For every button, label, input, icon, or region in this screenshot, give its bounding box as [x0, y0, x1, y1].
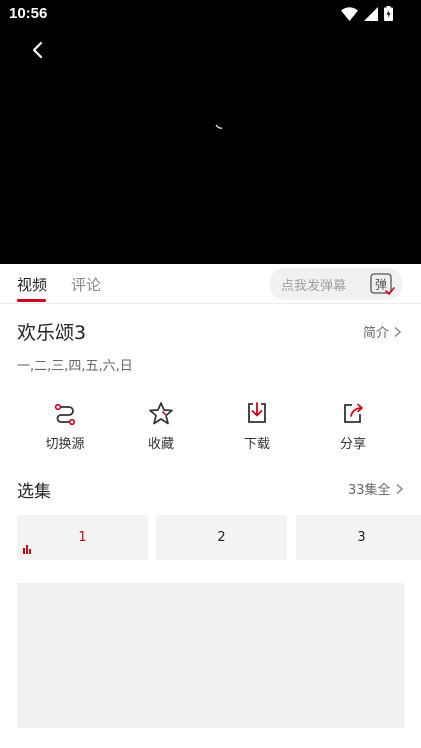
- wifi-icon: [341, 6, 358, 21]
- switch-source-button[interactable]: 切换源: [17, 398, 113, 456]
- switch-source-icon: [54, 403, 76, 425]
- episode-label: 3: [357, 530, 366, 545]
- danmu-icon: 弹: [370, 273, 395, 296]
- all-episodes-link[interactable]: 33集全: [348, 479, 404, 498]
- chevron-right-icon: [396, 483, 403, 494]
- share-label: 分享: [339, 437, 366, 452]
- active-tab-indicator: [17, 299, 46, 302]
- video-player[interactable]: 10:56: [0, 0, 421, 264]
- action-row: 切换源 收藏 下载 分享: [0, 398, 421, 458]
- share-button[interactable]: 分享: [305, 398, 401, 456]
- chevron-right-icon: [394, 326, 402, 337]
- all-episodes-label: 33集全: [348, 483, 391, 498]
- danmu-placeholder: 点我发弹幕: [281, 279, 347, 294]
- status-time: 10:56: [9, 5, 48, 22]
- star-icon: [149, 402, 173, 425]
- chevron-left-icon: [32, 41, 43, 59]
- intro-label: 简介: [363, 326, 390, 341]
- download-label: 下载: [243, 437, 270, 452]
- battery-icon: [384, 6, 393, 21]
- back-button[interactable]: [27, 38, 49, 62]
- favorite-label: 收藏: [147, 437, 174, 452]
- tabs-bar: 视频 评论 点我发弹幕 弹: [0, 264, 421, 304]
- intro-link[interactable]: 简介: [363, 322, 402, 341]
- download-icon: [248, 402, 266, 423]
- status-icons: [341, 6, 393, 21]
- signal-icon: [364, 6, 378, 21]
- now-playing-icon: [23, 545, 31, 554]
- download-button[interactable]: 下载: [209, 398, 305, 456]
- status-bar: 10:56: [0, 0, 421, 30]
- episode-tile[interactable]: 2: [156, 515, 287, 560]
- ad-placeholder: [17, 583, 404, 728]
- episode-label: 2: [217, 530, 226, 545]
- episodes-title: 选集: [17, 482, 51, 502]
- loading-spinner-icon: [215, 124, 223, 129]
- tab-video[interactable]: 视频: [17, 274, 47, 295]
- episode-list: 1 2 3: [17, 515, 421, 560]
- tab-comments[interactable]: 评论: [71, 274, 101, 295]
- episode-tile[interactable]: 3: [296, 515, 421, 560]
- danmu-toggle-button[interactable]: 弹: [369, 271, 395, 297]
- share-icon: [344, 403, 363, 423]
- broadcast-days: 一,二,三,四,五,六,日: [17, 359, 133, 374]
- favorite-button[interactable]: 收藏: [113, 398, 209, 456]
- switch-source-label: 切换源: [45, 437, 85, 452]
- show-title: 欢乐颂3: [17, 322, 87, 344]
- episode-label: 1: [78, 530, 87, 545]
- danmu-input[interactable]: 点我发弹幕 弹: [269, 268, 403, 300]
- svg-text:弹: 弹: [375, 278, 387, 292]
- episode-tile[interactable]: 1: [17, 515, 148, 560]
